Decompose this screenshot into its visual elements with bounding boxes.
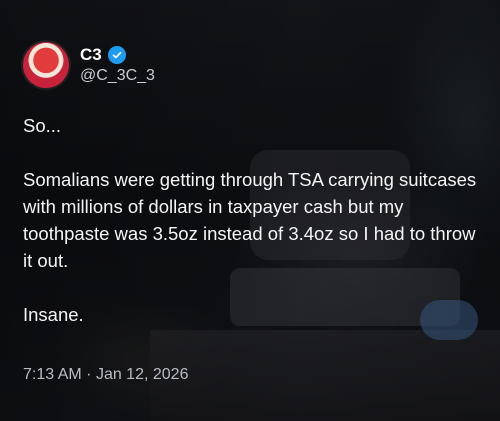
post-date: Jan 12, 2026 bbox=[95, 366, 189, 383]
timestamp-separator: · bbox=[86, 366, 92, 383]
post-time: 7:13 AM bbox=[23, 366, 82, 383]
author-name-row: C3 bbox=[80, 45, 155, 65]
post-paragraph: Insane. bbox=[23, 304, 84, 325]
post-text: So... Somalians were getting through TSA… bbox=[23, 112, 483, 328]
post-header: C3 @C_3C_3 bbox=[23, 42, 155, 88]
post-paragraph: So... bbox=[23, 115, 62, 136]
post-timestamp[interactable]: 7:13 AM · Jan 12, 2026 bbox=[23, 366, 188, 384]
avatar[interactable] bbox=[23, 42, 69, 88]
author-handle[interactable]: @C_3C_3 bbox=[80, 67, 155, 85]
verified-badge-icon bbox=[107, 46, 126, 64]
author-block: C3 @C_3C_3 bbox=[80, 45, 155, 85]
author-name[interactable]: C3 bbox=[80, 45, 102, 65]
post-paragraph: Somalians were getting through TSA carry… bbox=[23, 169, 477, 271]
